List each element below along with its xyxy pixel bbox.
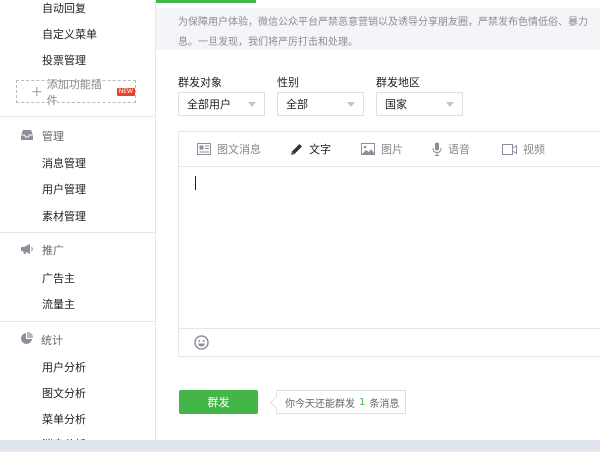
add-plugin-button[interactable]: + 添加功能插件 NEW [16, 78, 136, 107]
tab-video[interactable]: 视频 [502, 141, 545, 157]
tab-news-label: 图文消息 [217, 143, 261, 156]
sidebar-section-promote: 推广 [20, 242, 64, 258]
sidebar-item-messages[interactable]: 消息管理 [42, 155, 86, 171]
bottom-strip [0, 440, 600, 450]
sidebar-item-custom-menu[interactable]: 自定义菜单 [42, 26, 97, 42]
send-button[interactable]: 群发 [179, 390, 258, 414]
quota-suffix: 条消息 [369, 398, 400, 410]
sidebar-section-title: 推广 [42, 244, 64, 257]
editor-toolbar: 图文消息 文字 图片 语音 视频 [179, 132, 600, 167]
sidebar-section-title: 管理 [42, 130, 64, 143]
tab-text-label: 文字 [309, 143, 331, 156]
main-panel: 为保障用户体验，微信公众平台严禁恶意营销以及诱导分享朋友圈，严禁发布色情低俗、暴… [156, 0, 600, 440]
sidebar-item-vote[interactable]: 投票管理 [42, 52, 86, 68]
sidebar-item-users[interactable]: 用户管理 [42, 181, 86, 197]
sidebar-section-title: 统计 [41, 334, 63, 347]
inbox-icon [20, 129, 34, 144]
sidebar: 自动回复 自定义菜单 投票管理 + 添加功能插件 NEW 管理 消息管理 用户管… [0, 0, 156, 451]
editor-footer [179, 328, 600, 356]
region-label: 群发地区 [376, 76, 420, 89]
sidebar-section-stats: 统计 [20, 331, 63, 348]
sidebar-item-publisher[interactable]: 流量主 [42, 296, 75, 312]
gender-select-value: 全部 [286, 98, 308, 111]
gender-select[interactable]: 全部 [277, 92, 364, 116]
pie-chart-icon [20, 331, 34, 348]
sidebar-item-auto-reply[interactable]: 自动回复 [42, 0, 86, 16]
chevron-down-icon [347, 102, 355, 107]
tab-video-label: 视频 [523, 143, 545, 156]
target-select[interactable]: 全部用户 [178, 92, 265, 116]
sidebar-divider [0, 116, 155, 117]
sidebar-divider [0, 232, 155, 233]
sidebar-divider [0, 321, 155, 322]
quota-count: 1 [359, 396, 366, 408]
target-select-value: 全部用户 [187, 98, 231, 111]
tab-voice[interactable]: 语音 [432, 141, 470, 157]
tab-image-label: 图片 [381, 143, 403, 156]
send-quota-tip: 你今天还能群发 1 条消息 [276, 390, 407, 414]
sidebar-item-menu-analysis[interactable]: 菜单分析 [42, 411, 86, 427]
microphone-icon [432, 142, 442, 156]
video-icon [502, 143, 517, 155]
add-plugin-label: 添加功能插件 [46, 77, 102, 107]
sidebar-item-advertiser[interactable]: 广告主 [42, 270, 75, 286]
tab-image[interactable]: 图片 [361, 141, 403, 157]
tab-voice-label: 语音 [448, 143, 470, 156]
tab-news[interactable]: 图文消息 [197, 141, 261, 157]
target-label: 群发对象 [178, 76, 222, 89]
plus-icon: + [31, 83, 43, 100]
notice-line-1: 为保障用户体验，微信公众平台严禁恶意营销以及诱导分享朋友圈，严禁发布色情低俗、暴… [178, 17, 588, 28]
emoji-icon[interactable] [194, 335, 209, 353]
notice-line-2: 息。一旦发现，我们将严厉打击和处理。 [178, 37, 358, 48]
region-select-value: 国家 [385, 98, 407, 111]
new-badge: NEW [116, 87, 135, 96]
megaphone-icon [20, 243, 34, 258]
tab-text[interactable]: 文字 [290, 141, 331, 157]
image-icon [361, 143, 375, 155]
sidebar-item-materials[interactable]: 素材管理 [42, 208, 86, 224]
text-cursor[interactable] [195, 176, 196, 190]
pencil-icon [291, 143, 302, 155]
sidebar-item-user-analysis[interactable]: 用户分析 [42, 359, 86, 375]
region-select[interactable]: 国家 [376, 92, 463, 116]
chevron-down-icon [446, 102, 454, 107]
message-editor: 图文消息 文字 图片 语音 视频 [178, 131, 600, 357]
gender-label: 性别 [277, 76, 299, 89]
active-tab-indicator [156, 0, 256, 3]
sidebar-item-article-analysis[interactable]: 图文分析 [42, 385, 86, 401]
quota-prefix: 你今天还能群发 [285, 398, 355, 410]
chevron-down-icon [248, 102, 256, 107]
sidebar-section-manage: 管理 [20, 128, 64, 144]
news-icon [197, 143, 211, 155]
notice-banner: 为保障用户体验，微信公众平台严禁恶意营销以及诱导分享朋友圈，严禁发布色情低俗、暴… [156, 8, 600, 50]
